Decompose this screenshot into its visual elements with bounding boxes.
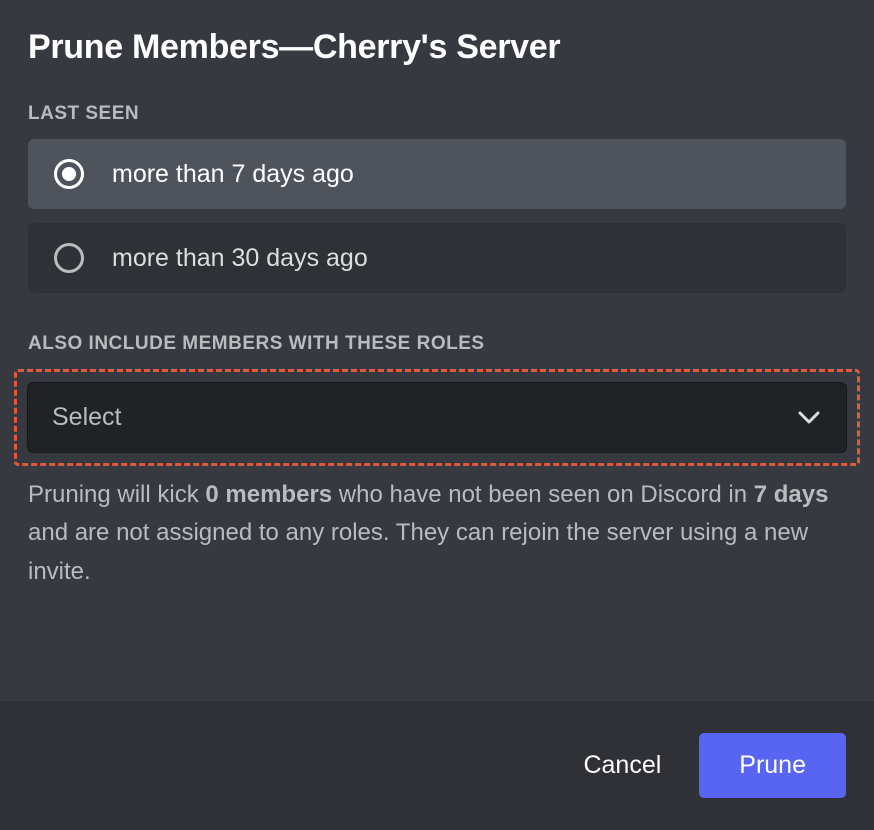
radio-icon <box>54 243 84 273</box>
modal-title: Prune Members—Cherry's Server <box>28 28 846 67</box>
last-seen-radio-group: more than 7 days ago more than 30 days a… <box>28 139 846 293</box>
highlight-annotation: Select <box>14 369 860 466</box>
chevron-down-icon <box>796 405 822 431</box>
last-seen-option-30-days[interactable]: more than 30 days ago <box>28 223 846 293</box>
radio-label: more than 7 days ago <box>112 160 354 189</box>
day-count: 7 days <box>754 481 829 508</box>
modal-footer: Cancel Prune <box>0 701 874 830</box>
cancel-button[interactable]: Cancel <box>563 733 681 798</box>
select-placeholder: Select <box>52 403 121 432</box>
prune-members-modal: Prune Members—Cherry's Server Last Seen … <box>0 0 874 830</box>
prune-description: Pruning will kick 0 members who have not… <box>28 476 846 591</box>
roles-section-label: Also Include Members With These Roles <box>28 333 846 355</box>
radio-label: more than 30 days ago <box>112 244 368 273</box>
roles-select-dropdown[interactable]: Select <box>27 382 847 453</box>
member-count: 0 members <box>205 481 332 508</box>
radio-icon <box>54 159 84 189</box>
prune-button[interactable]: Prune <box>699 733 846 798</box>
last-seen-label: Last Seen <box>28 103 846 125</box>
last-seen-option-7-days[interactable]: more than 7 days ago <box>28 139 846 209</box>
modal-body: Prune Members—Cherry's Server Last Seen … <box>0 0 874 701</box>
